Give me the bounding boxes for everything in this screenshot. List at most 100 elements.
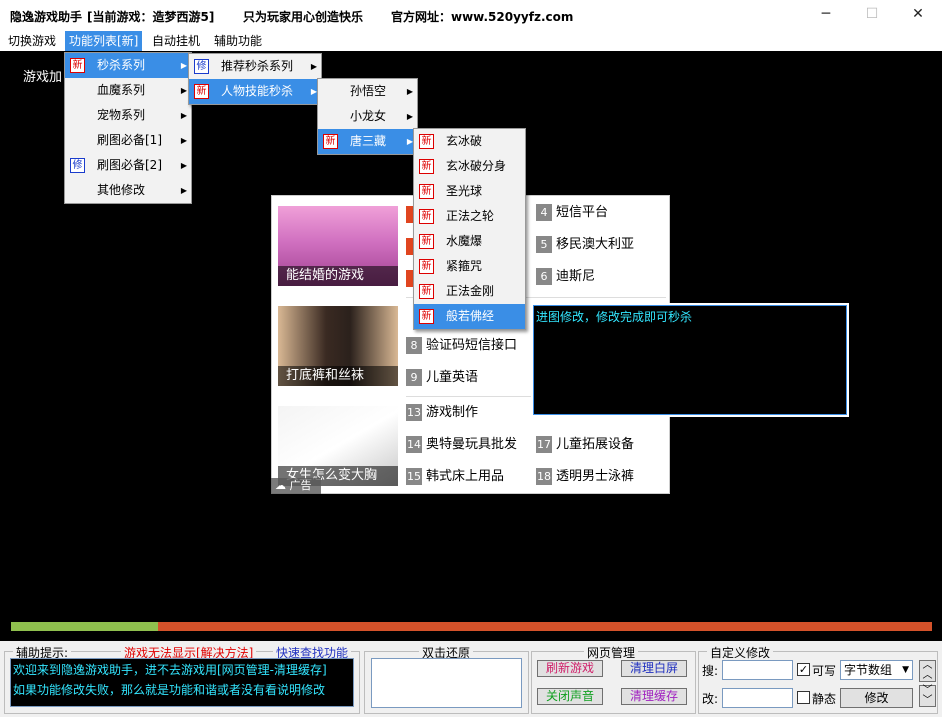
chevron-right-icon: ▶ — [180, 86, 187, 95]
menu-function-list[interactable]: 功能列表[新] — [65, 31, 143, 51]
mod-badge-icon: 修 — [70, 158, 85, 173]
new-badge-icon: 新 — [419, 184, 434, 199]
menu-item-skill-selected[interactable]: 新般若佛经 — [414, 304, 525, 329]
chevron-right-icon: ▶ — [310, 62, 317, 71]
menu-function-list-dropdown: 新秒杀系列 ▶ 血魔系列 ▶ 宠物系列 ▶ 刷图必备[1] ▶ 修刷图必备[2] ▶ 其他… — [64, 52, 192, 204]
new-badge-icon: 新 — [419, 159, 434, 174]
search-label: 搜: — [702, 664, 719, 678]
menu-item-skill[interactable]: 新紧箍咒 — [414, 254, 525, 279]
menu-item-pet-series[interactable]: 宠物系列 ▶ — [65, 103, 191, 128]
static-checkbox[interactable] — [797, 691, 810, 704]
chevron-down-icon: ▼ — [902, 665, 909, 675]
ad-link-8[interactable]: 8 验证码短信接口 — [406, 335, 517, 357]
info-tooltip-text: 进图修改，修改完成即可秒杀 — [533, 305, 847, 415]
new-badge-icon: 新 — [419, 209, 434, 224]
custom-modify-title: 自定义修改 — [707, 644, 774, 661]
menu-bar: 切换游戏 功能列表[新] 自动挂机 辅助功能 — [0, 31, 942, 51]
menu-item-skill[interactable]: 新玄冰破分身 — [414, 154, 525, 179]
ad-link-13[interactable]: 13 游戏制作 — [406, 402, 478, 424]
scroll-up-icon[interactable]: ︿ ︿ — [919, 660, 936, 682]
game-loading-text: 游戏加 — [23, 70, 63, 85]
ad-link-14[interactable]: 14 奥特曼玩具批发 — [406, 434, 517, 456]
new-badge-icon: 新 — [419, 259, 434, 274]
ad-mark: ☁ 广告 — [271, 478, 321, 494]
ad-image-2[interactable]: 打底裤和丝袜 — [278, 306, 398, 386]
change-label: 改: — [702, 692, 719, 706]
web-manage-title: 网页管理 — [584, 644, 639, 661]
clear-cache-button[interactable]: 清理缓存 — [621, 688, 687, 705]
menu-auto-hang[interactable]: 自动挂机 — [148, 31, 204, 51]
refresh-game-button[interactable]: 刷新游戏 — [537, 660, 603, 677]
ad-link-18[interactable]: 18 透明男士泳裤 — [536, 466, 634, 488]
mod-badge-icon: 修 — [194, 59, 209, 74]
clear-white-screen-button[interactable]: 清理白屏 — [621, 660, 687, 677]
writable-checkbox[interactable]: ✓ — [797, 663, 810, 676]
menu-item-tang-sanzang[interactable]: 新唐三藏 ▶ — [318, 129, 417, 154]
ad-link-6[interactable]: 6 迪斯尼 — [536, 266, 595, 288]
loading-progress-bar — [11, 622, 932, 631]
menu-character-dropdown: 孙悟空 ▶ 小龙女 ▶ 新唐三藏 ▶ — [317, 78, 418, 155]
menu-item-map-1[interactable]: 刷图必备[1] ▶ — [65, 128, 191, 153]
new-badge-icon: 新 — [419, 284, 434, 299]
menu-item-skill[interactable]: 新正法金刚 — [414, 279, 525, 304]
chevron-right-icon: ▶ — [180, 161, 187, 170]
ad-link-4[interactable]: 4 短信平台 — [536, 202, 608, 224]
new-badge-icon: 新 — [70, 58, 85, 73]
type-select[interactable]: 字节数组 ▼ — [840, 660, 913, 680]
new-badge-icon: 新 — [419, 234, 434, 249]
chevron-right-icon: ▶ — [406, 87, 413, 96]
menu-item-sun-wukong[interactable]: 孙悟空 ▶ — [318, 79, 417, 104]
restore-list[interactable] — [371, 658, 522, 708]
menu-assist[interactable]: 辅助功能 — [210, 31, 266, 51]
menu-item-skill[interactable]: 新水魔爆 — [414, 229, 525, 254]
menu-switch-game[interactable]: 切换游戏 — [4, 31, 60, 51]
restore-group: 双击还原 — [364, 644, 529, 714]
info-tooltip: 进图修改，修改完成即可秒杀 — [531, 303, 849, 417]
current-game: [当前游戏：造梦西游5] — [87, 10, 215, 24]
menu-item-skill[interactable]: 新玄冰破 — [414, 129, 525, 154]
chevron-right-icon: ▶ — [180, 111, 187, 120]
menu-item-recommended-kill[interactable]: 修推荐秒杀系列 ▶ — [189, 54, 321, 79]
chevron-right-icon: ▶ — [406, 112, 413, 121]
menu-item-kill-series[interactable]: 新秒杀系列 ▶ — [65, 53, 191, 78]
new-badge-icon: 新 — [419, 134, 434, 149]
menu-skill-dropdown: 新玄冰破 新玄冰破分身 新圣光球 新正法之轮 新水魔爆 新紧箍咒 新正法金刚 新… — [413, 128, 526, 330]
custom-modify-group: 自定义修改 搜: 改: ✓ 可写 静态 字节数组 ▼ 修改 ︿ ︿ ﹀ ﹀ — [698, 644, 938, 714]
ad-link-5[interactable]: 5 移民澳大利亚 — [536, 234, 634, 256]
search-input[interactable] — [722, 660, 793, 680]
ad-image-3[interactable]: 女生怎么变大胸 — [278, 406, 398, 486]
ad-link-9[interactable]: 9 儿童英语 — [406, 367, 478, 389]
minimize-icon[interactable]: ─ — [814, 4, 838, 26]
menu-item-other-mods[interactable]: 其他修改 ▶ — [65, 178, 191, 203]
writable-label: 可写 — [812, 664, 837, 678]
mute-sound-button[interactable]: 关闭声音 — [537, 688, 603, 705]
menu-item-skill[interactable]: 新圣光球 — [414, 179, 525, 204]
static-label: 静态 — [812, 692, 837, 706]
app-title: 隐逸游戏助手 — [10, 10, 83, 24]
chevron-right-icon: ▶ — [180, 136, 187, 145]
close-icon[interactable]: ✕ — [906, 4, 930, 26]
tips-group: 辅助提示: 游戏无法显示[解决方法] 快速查找功能 欢迎来到隐逸游戏助手，进不去… — [4, 644, 360, 714]
ad-link-17[interactable]: 17 儿童拓展设备 — [536, 434, 634, 456]
new-badge-icon: 新 — [194, 84, 209, 99]
maximize-icon[interactable]: ☐ — [860, 4, 884, 26]
modify-button[interactable]: 修改 — [840, 688, 913, 708]
chevron-right-icon: ▶ — [180, 186, 187, 195]
tips-textarea[interactable]: 欢迎来到隐逸游戏助手，进不去游戏用[网页管理-清理缓存] 如果功能修改失败，那么… — [10, 658, 354, 707]
menu-item-xiao-longnv[interactable]: 小龙女 ▶ — [318, 104, 417, 129]
menu-item-skill[interactable]: 新正法之轮 — [414, 204, 525, 229]
change-input[interactable] — [722, 688, 793, 708]
slogan: 只为玩家用心创造快乐 — [243, 10, 364, 24]
title-bar: 隐逸游戏助手 [当前游戏：造梦西游5] 只为玩家用心创造快乐 官方网址：www.… — [0, 0, 942, 31]
menu-item-blood-series[interactable]: 血魔系列 ▶ — [65, 78, 191, 103]
menu-item-map-2[interactable]: 修刷图必备[2] ▶ — [65, 153, 191, 178]
ad-link-15[interactable]: 15 韩式床上用品 — [406, 466, 504, 488]
menu-item-skill-kill[interactable]: 新人物技能秒杀 ▶ — [189, 79, 321, 104]
ad-caption: 打底裤和丝袜 — [278, 366, 398, 386]
web-manage-group: 网页管理 刷新游戏 清理白屏 关闭声音 清理缓存 — [531, 644, 696, 714]
chevron-right-icon: ▶ — [180, 61, 187, 70]
bottom-panel: 辅助提示: 游戏无法显示[解决方法] 快速查找功能 欢迎来到隐逸游戏助手，进不去… — [0, 641, 942, 717]
new-badge-icon: 新 — [323, 134, 338, 149]
ad-image-1[interactable]: 能结婚的游戏 — [278, 206, 398, 286]
scroll-down-icon[interactable]: ﹀ ﹀ — [919, 685, 936, 707]
